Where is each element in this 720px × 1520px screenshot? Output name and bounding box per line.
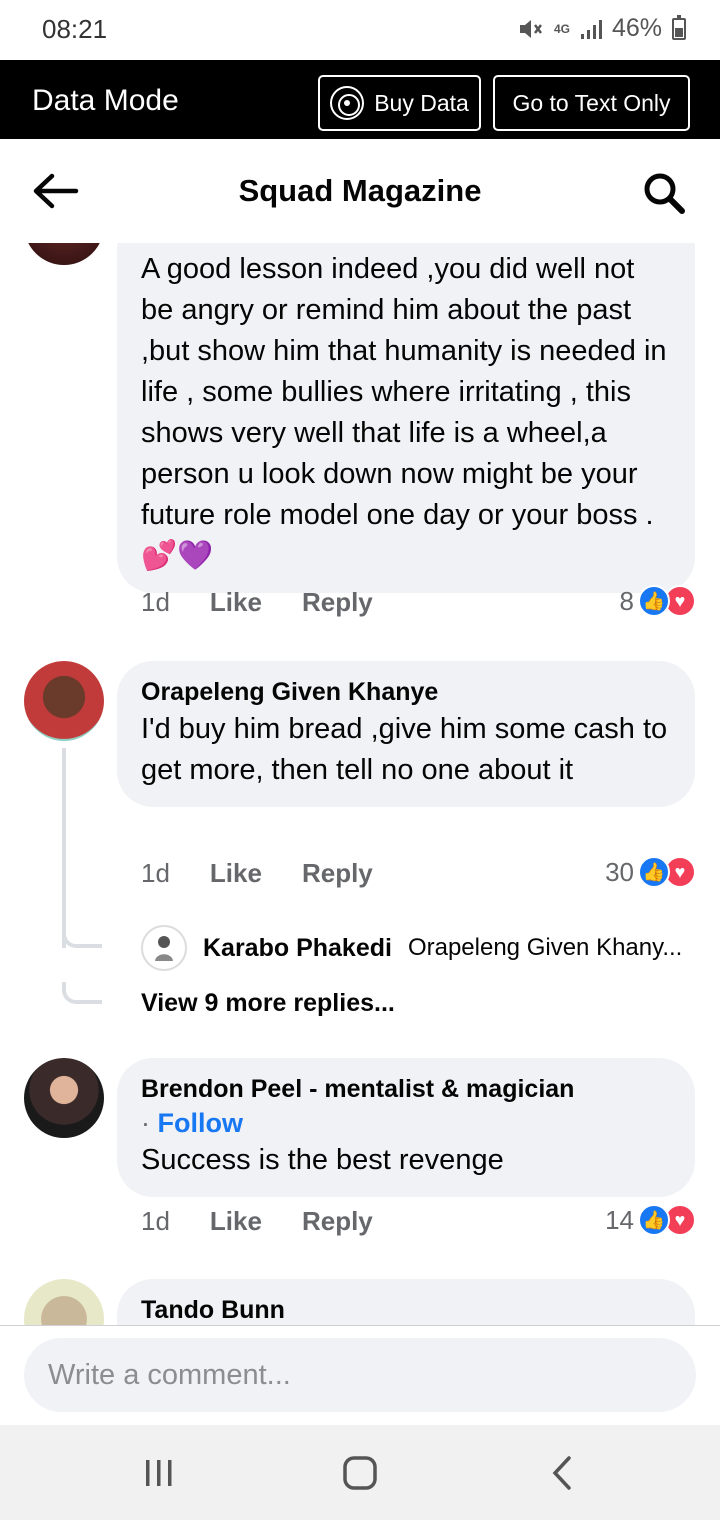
like-button[interactable]: Like	[210, 858, 262, 889]
like-button[interactable]: Like	[210, 587, 262, 618]
text-only-label: Go to Text Only	[512, 89, 671, 116]
reply-button[interactable]: Reply	[302, 858, 373, 889]
comment-time: 1d	[141, 1206, 170, 1236]
page-title: Squad Magazine	[238, 173, 482, 208]
comment-bubble: Orapeleng Given Khanye I'd buy him bread…	[117, 661, 695, 807]
like-reaction-icon: 👍	[638, 856, 670, 888]
like-reaction-icon: 👍	[638, 1204, 670, 1236]
data-mode-bar: Data Mode Buy Data Go to Text Only	[0, 60, 720, 139]
thread-branch	[62, 926, 102, 948]
comment-input[interactable]	[24, 1338, 696, 1412]
avatar[interactable]	[24, 661, 104, 741]
home-icon[interactable]	[340, 1455, 380, 1491]
comment-text: Success is the best revenge	[141, 1144, 504, 1176]
comment-composer	[0, 1325, 720, 1425]
data-mode-title: Data Mode	[32, 84, 179, 117]
signal-icon	[580, 19, 602, 39]
status-bar: 08:21 4G 46%	[0, 0, 720, 60]
comment-time: 1d	[141, 587, 170, 617]
follow-line: · Follow	[141, 1106, 671, 1140]
broadcast-icon	[330, 86, 365, 120]
follow-separator: ·	[141, 1108, 150, 1138]
buy-data-button[interactable]: Buy Data	[318, 75, 481, 131]
search-icon[interactable]	[642, 171, 686, 215]
buy-data-label: Buy Data	[374, 89, 469, 116]
comment-text: I'd buy him bread ,give him some cash to…	[141, 713, 668, 786]
like-button[interactable]: Like	[210, 1206, 262, 1237]
system-nav-bar	[0, 1425, 720, 1520]
comment-text: A good lesson indeed ,you did well not b…	[141, 253, 667, 572]
status-time: 08:21	[42, 14, 108, 44]
comment-time: 1d	[141, 858, 170, 888]
recent-apps-icon[interactable]	[140, 1455, 180, 1491]
reply-preview[interactable]: Karabo Phakedi Orapeleng Given Khany...	[141, 925, 682, 971]
comment-bubble: A good lesson indeed ,you did well not b…	[117, 243, 695, 593]
battery-percent: 46%	[611, 14, 662, 42]
thread-line	[62, 748, 66, 948]
reply-button[interactable]: Reply	[302, 1206, 373, 1237]
comment-bubble: Tando Bunn	[117, 1279, 695, 1325]
comment-author[interactable]: Brendon Peel - mentalist & magician	[141, 1072, 671, 1106]
comments-feed[interactable]: A good lesson indeed ,you did well not b…	[0, 243, 720, 1325]
page-header: Squad Magazine	[0, 139, 720, 243]
avatar[interactable]	[24, 1279, 104, 1325]
avatar[interactable]	[24, 243, 104, 265]
reply-author: Karabo Phakedi	[203, 933, 392, 962]
reply-avatar	[141, 925, 187, 971]
network-type-icon: 4G	[553, 21, 570, 36]
comment-actions: 1d Like Reply	[141, 1206, 373, 1237]
reply-button[interactable]: Reply	[302, 587, 373, 618]
reaction-count: 8	[619, 585, 634, 616]
reaction-count: 14	[605, 1204, 634, 1235]
comment-author[interactable]: Orapeleng Given Khanye	[141, 675, 671, 709]
back-icon[interactable]	[545, 1455, 585, 1491]
comment-actions: 1d Like Reply	[141, 858, 373, 889]
reaction-count: 30	[605, 856, 634, 887]
battery-icon	[672, 14, 686, 40]
text-only-button[interactable]: Go to Text Only	[493, 75, 690, 131]
reaction-summary[interactable]: 30 👍 ♥	[605, 856, 696, 888]
reaction-summary[interactable]: 14 👍 ♥	[605, 1204, 696, 1236]
mute-icon	[519, 19, 542, 38]
reply-snippet: Orapeleng Given Khany...	[407, 934, 683, 961]
thread-branch	[62, 982, 102, 1004]
view-more-replies[interactable]: View 9 more replies...	[141, 989, 395, 1018]
reaction-summary[interactable]: 8 👍 ♥	[620, 585, 696, 617]
person-icon	[155, 936, 173, 961]
comment-bubble: Brendon Peel - mentalist & magician · Fo…	[117, 1058, 695, 1197]
status-icons: 4G 46%	[518, 14, 686, 43]
comment-author[interactable]: Tando Bunn	[141, 1293, 671, 1325]
comment-actions: 1d Like Reply	[141, 587, 373, 618]
follow-button[interactable]: Follow	[158, 1108, 243, 1138]
avatar[interactable]	[24, 1058, 104, 1138]
like-reaction-icon: 👍	[638, 585, 670, 617]
